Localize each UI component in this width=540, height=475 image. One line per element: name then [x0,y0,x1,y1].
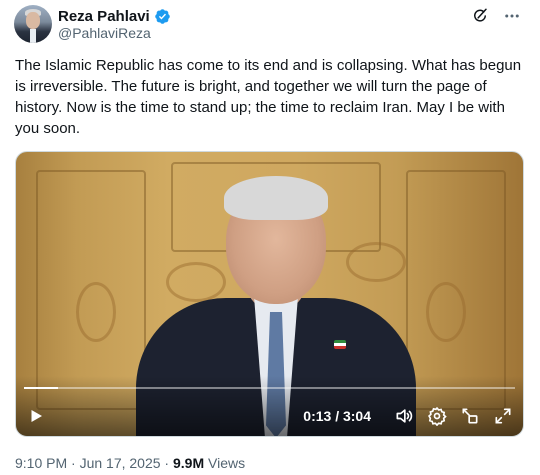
video-controls: 0:13 / 3:04 [24,404,515,428]
verified-badge-icon[interactable] [154,8,171,25]
video-progress-bar[interactable] [24,387,515,389]
tweet-text: The Islamic Republic has come to its end… [15,57,522,137]
views-label: Views [208,455,246,471]
settings-icon[interactable] [425,404,449,428]
more-icon[interactable] [502,6,522,26]
handle[interactable]: @PahlaviReza [58,25,151,41]
avatar-face [26,12,40,29]
video-player[interactable]: 0:13 / 3:04 [15,151,524,437]
display-name[interactable]: Reza Pahlavi [58,8,150,25]
grok-icon[interactable] [470,6,490,26]
video-progress-fill [24,387,59,389]
speaker-hair [224,176,328,220]
timestamp[interactable]: 9:10 PM · Jun 17, 2025 · [15,455,169,471]
fullscreen-icon[interactable] [491,404,515,428]
name-row: Reza Pahlavi [58,6,171,26]
avatar[interactable] [14,5,52,43]
avatar-shirt [30,29,36,43]
wall-ornament [426,282,466,342]
tweet: Reza Pahlavi @PahlaviReza The Islamic Re… [0,0,540,475]
top-actions [470,6,522,26]
volume-icon[interactable] [392,404,416,428]
video-time: 0:13 / 3:04 [303,408,371,424]
wall-ornament [76,282,116,342]
tweet-meta: 9:10 PM · Jun 17, 2025 · 9.9M Views [15,455,245,471]
views-count: 9.9M [172,455,205,471]
play-icon[interactable] [24,404,48,428]
flag-pin [334,340,346,349]
picture-in-picture-icon[interactable] [458,404,482,428]
